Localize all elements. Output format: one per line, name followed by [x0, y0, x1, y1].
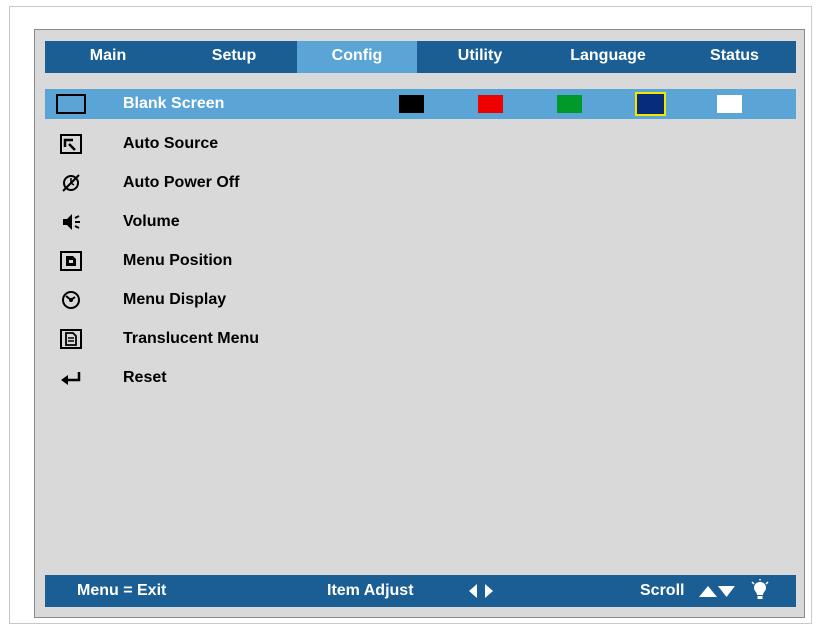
menu-item-auto-power-off[interactable]: Auto Power Off	[45, 163, 796, 202]
left-right-arrows-icon	[467, 581, 495, 606]
tab-utility[interactable]: Utility	[417, 41, 543, 73]
tab-bar: Main Setup Config Utility Language Statu…	[45, 41, 796, 73]
menu-position-icon	[55, 249, 87, 273]
menu-display-icon	[55, 288, 87, 312]
menu-item-label: Menu Position	[123, 251, 233, 269]
translucent-menu-icon	[55, 327, 87, 351]
scroll-hint: Scroll	[640, 582, 685, 599]
menu-item-auto-source[interactable]: Auto Source	[45, 124, 796, 163]
tab-config[interactable]: Config	[297, 41, 417, 73]
menu-item-label: Blank Screen	[123, 95, 225, 112]
menu-item-menu-position[interactable]: Menu Position	[45, 241, 796, 280]
menu-item-reset[interactable]: Reset	[45, 358, 796, 397]
tab-language[interactable]: Language	[543, 41, 673, 73]
color-swatch-blue[interactable]	[635, 92, 666, 116]
menu-item-label: Menu Display	[123, 290, 227, 308]
menu-item-label: Auto Power Off	[123, 173, 240, 191]
up-down-arrows-icon	[697, 581, 737, 606]
color-swatch-white[interactable]	[717, 95, 742, 113]
tab-status[interactable]: Status	[673, 41, 796, 73]
screenshot-frame: Main Setup Config Utility Language Statu…	[9, 6, 812, 624]
menu-item-label: Volume	[123, 212, 180, 230]
menu-item-label: Auto Source	[123, 134, 219, 152]
auto-source-icon	[55, 132, 87, 156]
color-swatch-black[interactable]	[399, 95, 424, 113]
menu-item-volume[interactable]: Volume	[45, 202, 796, 241]
menu-item-translucent-menu[interactable]: Translucent Menu	[45, 319, 796, 358]
color-swatch-red[interactable]	[478, 95, 503, 113]
menu-list: Blank Screen Auto Source Auto Power Off …	[45, 89, 796, 397]
volume-icon	[55, 210, 87, 234]
menu-item-blank-screen[interactable]: Blank Screen	[45, 89, 796, 119]
tab-main[interactable]: Main	[45, 41, 171, 73]
footer-bar: Menu = Exit Item Adjust Scroll	[45, 575, 796, 607]
reset-icon	[55, 366, 87, 390]
exit-hint: Menu = Exit	[77, 582, 167, 599]
menu-item-label: Translucent Menu	[123, 329, 260, 347]
item-adjust-hint: Item Adjust	[327, 582, 414, 599]
menu-item-menu-display[interactable]: Menu Display	[45, 280, 796, 319]
tab-setup[interactable]: Setup	[171, 41, 297, 73]
osd-menu: Main Setup Config Utility Language Statu…	[34, 29, 805, 618]
blank-screen-icon	[55, 92, 87, 116]
menu-item-label: Reset	[123, 368, 167, 386]
lightbulb-icon	[751, 579, 769, 608]
color-swatch-green[interactable]	[557, 95, 582, 113]
auto-power-off-icon	[55, 171, 87, 195]
